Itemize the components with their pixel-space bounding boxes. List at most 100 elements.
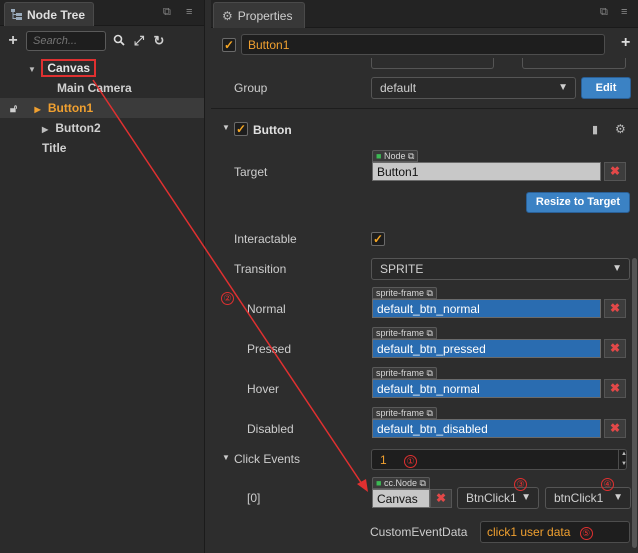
event-target-field[interactable]: Canvas — [372, 489, 430, 508]
tree-item-label: Title — [42, 141, 67, 155]
tree-icon — [11, 9, 22, 20]
component-dropdown[interactable]: BtnClick1 ▼ — [457, 487, 539, 509]
component-enabled-checkbox[interactable]: ✓ — [234, 122, 248, 136]
tree-item-title[interactable]: Title — [42, 138, 66, 158]
tree-item-main-camera[interactable]: Main Camera — [57, 78, 132, 98]
clear-normal-button[interactable]: ✖ — [604, 299, 626, 318]
properties-panel: ⚙ Properties ⧉ ≡ ✓ Button1 + Group defau… — [211, 0, 638, 553]
dropdown-arrow-icon: ▼ — [612, 263, 622, 274]
collapsed-arrow-icon: ▶ — [34, 105, 41, 114]
type-tag-label: sprite-frame — [376, 408, 425, 418]
clear-hover-button[interactable]: ✖ — [604, 379, 626, 398]
menu-icon[interactable]: ≡ — [186, 6, 192, 18]
normal-sprite-field[interactable]: default_btn_normal — [372, 299, 601, 318]
node-active-checkbox[interactable]: ✓ — [222, 38, 236, 52]
hover-sprite-value: default_btn_normal — [377, 382, 480, 396]
annotation-2: ② — [221, 292, 234, 305]
target-value: Button1 — [377, 165, 419, 179]
annotation-1: ① — [404, 455, 418, 468]
click-events-count: 1 — [380, 453, 387, 467]
hidden-field-right — [522, 58, 626, 69]
target-field[interactable]: Button1 — [372, 162, 601, 181]
help-book-icon[interactable]: ▮ — [592, 123, 598, 136]
transition-label: Transition — [234, 262, 287, 276]
type-tag-label: Node — [383, 151, 406, 161]
link-icon: ⧉ — [426, 328, 433, 338]
sprite-type-tag: sprite-frame ⧉ — [372, 287, 437, 299]
gear-icon: ⚙ — [222, 8, 233, 23]
tree-item-label: Button2 — [55, 121, 101, 135]
add-icon[interactable]: + — [6, 32, 20, 50]
node-name-input[interactable]: Button1 — [241, 34, 605, 55]
link-icon: ⧉ — [426, 368, 433, 378]
maximize-icon[interactable]: ⧉ — [163, 6, 171, 19]
click-events-count-input[interactable]: 1 ① — [371, 449, 627, 470]
collapsed-arrow-icon: ▶ — [42, 125, 49, 134]
event-index-label: [0] — [247, 491, 261, 505]
menu-icon[interactable]: ≡ — [621, 6, 627, 18]
resize-to-target-button[interactable]: Resize to Target — [526, 192, 630, 213]
refresh-icon[interactable]: ↻ — [152, 33, 166, 49]
type-tag-label: sprite-frame — [376, 368, 425, 378]
maximize-icon[interactable]: ⧉ — [600, 6, 608, 19]
group-label: Group — [234, 81, 268, 95]
node-tree-tab[interactable]: Node Tree — [4, 2, 95, 26]
handler-value: btnClick1 — [554, 491, 604, 505]
disabled-sprite-field[interactable]: default_btn_disabled — [372, 419, 601, 438]
group-value: default — [380, 81, 417, 95]
search-input[interactable] — [26, 31, 106, 51]
custom-event-data-label: CustomEventData — [370, 525, 468, 539]
group-dropdown[interactable]: default ▼ — [371, 77, 576, 99]
clear-event-target-button[interactable]: ✖ — [430, 489, 452, 508]
type-tag-label: cc.Node — [383, 478, 417, 488]
dropdown-arrow-icon: ▼ — [613, 492, 623, 503]
properties-tab[interactable]: ⚙ Properties — [213, 2, 306, 28]
add-component-icon[interactable]: + — [621, 34, 630, 52]
count-stepper[interactable]: ▲ ▼ — [618, 449, 629, 470]
expanded-arrow-icon: ▼ — [28, 65, 36, 74]
separator — [211, 108, 638, 109]
clear-target-button[interactable]: ✖ — [604, 162, 626, 181]
clear-pressed-button[interactable]: ✖ — [604, 339, 626, 358]
node-name-value: Button1 — [248, 38, 290, 52]
tree-item-label: Canvas — [41, 59, 97, 77]
interactable-label: Interactable — [234, 232, 297, 246]
custom-event-data-input[interactable]: click1 user data ⑤ — [480, 521, 630, 543]
lock-icon[interactable]: 🔓︎ — [10, 103, 17, 115]
node-tree-title: Node Tree — [27, 7, 86, 22]
search-icon[interactable] — [112, 34, 126, 49]
collapse-arrow-icon[interactable]: ▼ — [222, 453, 230, 462]
interactable-checkbox[interactable]: ✓ — [371, 232, 385, 246]
annotation-4: ④ — [601, 478, 614, 491]
annotation-3: ③ — [514, 478, 527, 491]
node-square-icon: ■ — [376, 478, 382, 488]
clear-disabled-button[interactable]: ✖ — [604, 419, 626, 438]
tree-item-button2[interactable]: ▶ Button2 — [42, 118, 101, 138]
transition-value: SPRITE — [380, 262, 424, 276]
tree-item-canvas[interactable]: ▼ Canvas — [28, 58, 97, 78]
component-settings-icon[interactable]: ⚙ — [615, 122, 626, 136]
click-events-label: Click Events — [234, 452, 301, 466]
expand-all-icon[interactable]: ⤢ — [132, 33, 146, 49]
edit-button[interactable]: Edit — [581, 77, 631, 99]
link-icon: ⧉ — [426, 408, 433, 418]
component-value: BtnClick1 — [466, 491, 517, 505]
type-tag-label: sprite-frame — [376, 288, 425, 298]
link-icon: ⧉ — [426, 288, 433, 298]
sprite-type-tag: sprite-frame ⧉ — [372, 367, 437, 379]
tree-item-button1[interactable]: 🔓︎ ▶ Button1 — [10, 98, 93, 118]
node-square-icon: ■ — [376, 151, 382, 161]
properties-title: Properties — [237, 8, 293, 23]
component-title: Button — [253, 123, 292, 137]
pressed-sprite-field[interactable]: default_btn_pressed — [372, 339, 601, 358]
collapse-arrow-icon[interactable]: ▼ — [222, 123, 230, 132]
annotation-5: ⑤ — [579, 527, 593, 540]
transition-dropdown[interactable]: SPRITE ▼ — [371, 258, 630, 280]
properties-tabbar: ⚙ Properties ⧉ ≡ — [211, 0, 638, 28]
disabled-sprite-value: default_btn_disabled — [377, 422, 488, 436]
scrollbar[interactable] — [632, 258, 637, 548]
hover-sprite-field[interactable]: default_btn_normal — [372, 379, 601, 398]
hidden-field-left — [371, 58, 494, 69]
handler-dropdown[interactable]: btnClick1 ▼ — [545, 487, 631, 509]
pressed-sprite-value: default_btn_pressed — [377, 342, 486, 356]
